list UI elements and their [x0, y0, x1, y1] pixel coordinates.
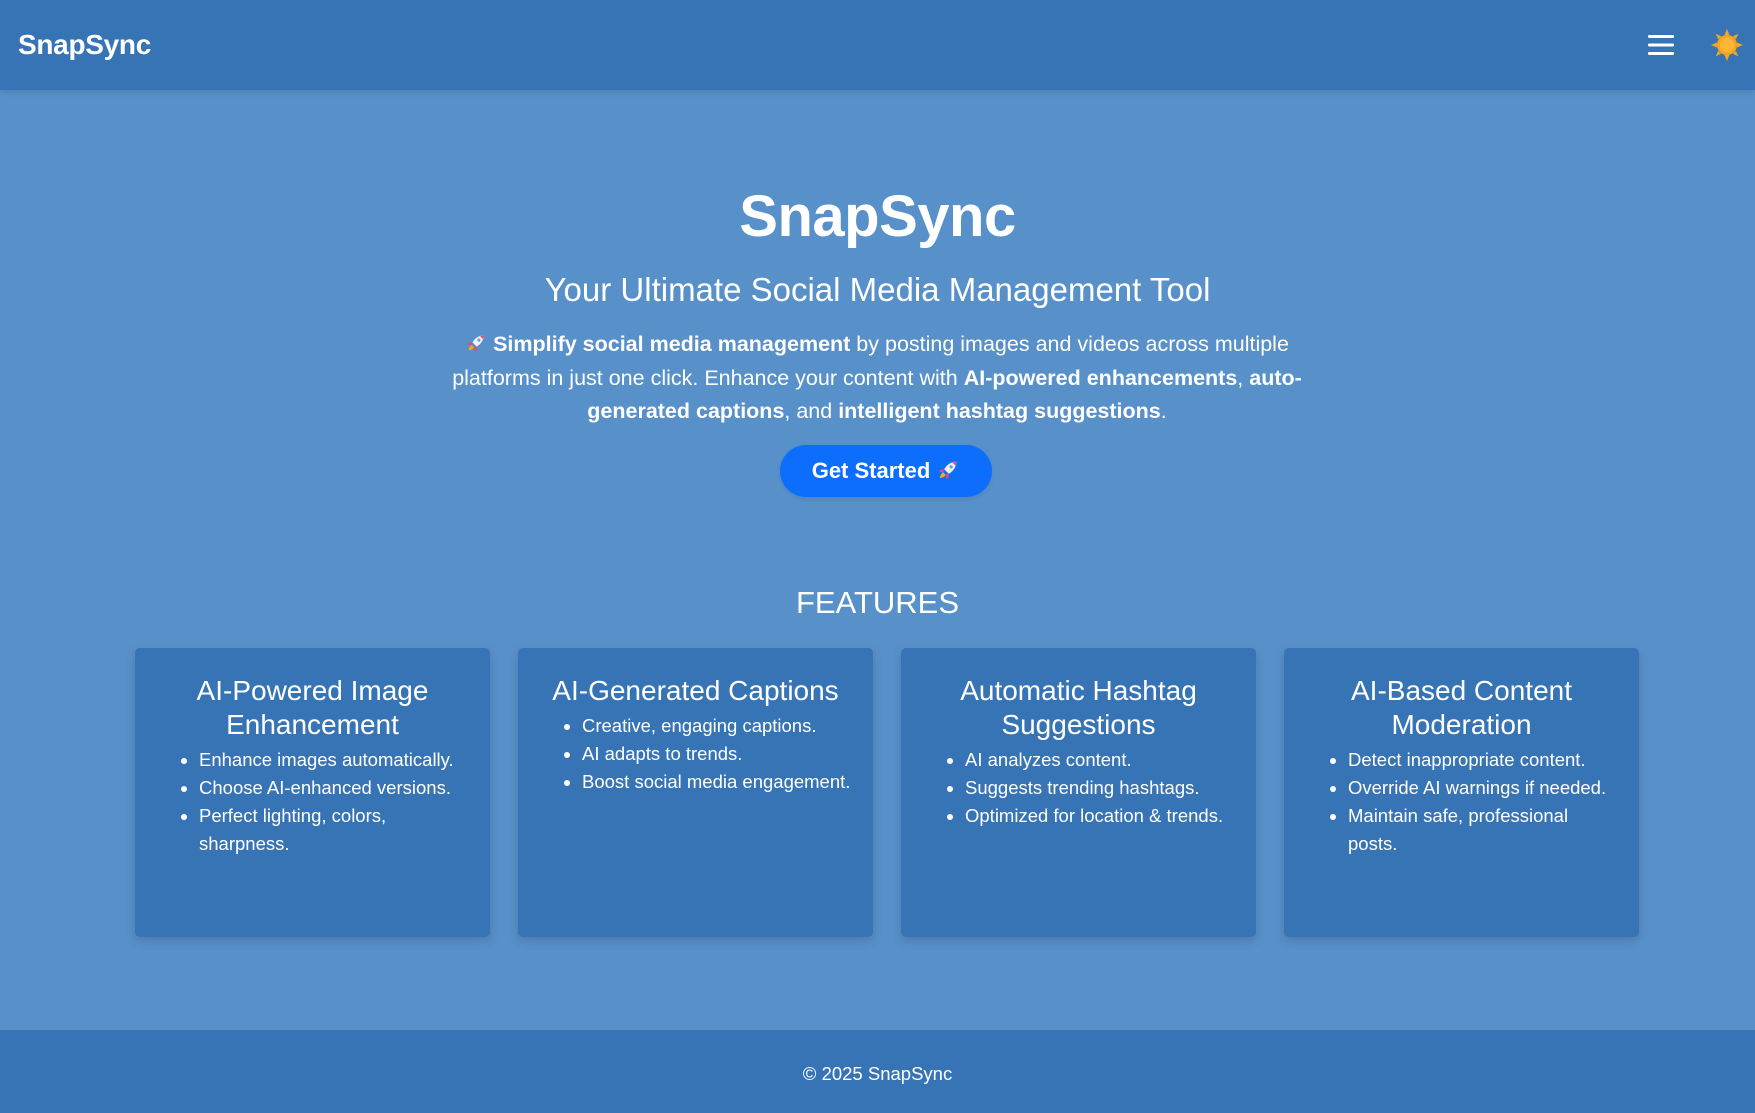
- feature-card-title: AI-Powered Image Enhancement: [196, 675, 429, 740]
- list-item: Perfect lighting, colors, sharpness.: [199, 802, 470, 858]
- sun-icon: [1711, 29, 1743, 61]
- top-navbar: SnapSync: [0, 0, 1755, 90]
- feature-card-image-enhancement: AI-Powered Image Enhancement Enhance ima…: [135, 648, 490, 937]
- list-item: Choose AI-enhanced versions.: [199, 774, 470, 802]
- menu-button[interactable]: [1645, 30, 1677, 60]
- copyright-text: © 2025 SnapSync: [802, 1063, 953, 1084]
- feature-card-list: Enhance images automatically. Choose AI-…: [135, 746, 490, 858]
- feature-card-hashtags: Automatic Hashtag Suggestions AI analyze…: [901, 648, 1256, 937]
- list-item: Detect inappropriate content.: [1348, 746, 1619, 774]
- list-item: Maintain safe, professional posts.: [1348, 802, 1619, 858]
- desc-strong-hashtags: intelligent hashtag suggestions: [838, 399, 1161, 423]
- theme-toggle-button[interactable]: [1710, 28, 1744, 62]
- feature-card-title: AI-Generated Captions: [552, 675, 839, 706]
- features-heading: FEATURES: [795, 585, 960, 620]
- list-item: Enhance images automatically.: [199, 746, 470, 774]
- hero-subtitle: Your Ultimate Social Media Management To…: [544, 271, 1211, 308]
- hero-title: SnapSync: [739, 184, 1016, 249]
- feature-card-list: Creative, engaging captions. AI adapts t…: [518, 712, 873, 796]
- hamburger-menu-icon: [1648, 35, 1674, 55]
- list-item: Override AI warnings if needed.: [1348, 774, 1619, 802]
- list-item: AI adapts to trends.: [582, 740, 853, 768]
- hero-description: Simplify social media management by post…: [437, 328, 1317, 429]
- get-started-label: Get Started: [811, 458, 931, 483]
- list-item: Boost social media engagement.: [582, 768, 853, 796]
- list-item: Suggests trending hashtags.: [965, 774, 1236, 802]
- desc-text-2: ,: [1237, 365, 1250, 390]
- desc-text-3: , and: [784, 399, 839, 423]
- feature-card-title: AI-Based Content Moderation: [1350, 675, 1573, 740]
- brand-logo[interactable]: SnapSync: [18, 28, 151, 62]
- feature-card-captions: AI-Generated Captions Creative, engaging…: [518, 648, 873, 937]
- feature-card-list: Detect inappropriate content. Override A…: [1284, 746, 1639, 858]
- desc-strong-simplify: Simplify social media management: [493, 332, 851, 356]
- list-item: Creative, engaging captions.: [582, 712, 853, 740]
- list-item: AI analyzes content.: [965, 746, 1236, 774]
- desc-strong-ai-enhancements: AI-powered enhancements: [963, 365, 1238, 390]
- desc-text-4: .: [1160, 399, 1167, 423]
- feature-card-list: AI analyzes content. Suggests trending h…: [901, 746, 1256, 830]
- feature-card-moderation: AI-Based Content Moderation Detect inapp…: [1284, 648, 1639, 937]
- list-item: Optimized for location & trends.: [965, 802, 1236, 830]
- get-started-button[interactable]: Get Started: [780, 445, 992, 497]
- feature-card-title: Automatic Hashtag Suggestions: [960, 675, 1197, 740]
- footer: © 2025 SnapSync: [0, 1030, 1755, 1113]
- rocket-icon: [467, 335, 484, 352]
- rocket-icon: [939, 461, 957, 479]
